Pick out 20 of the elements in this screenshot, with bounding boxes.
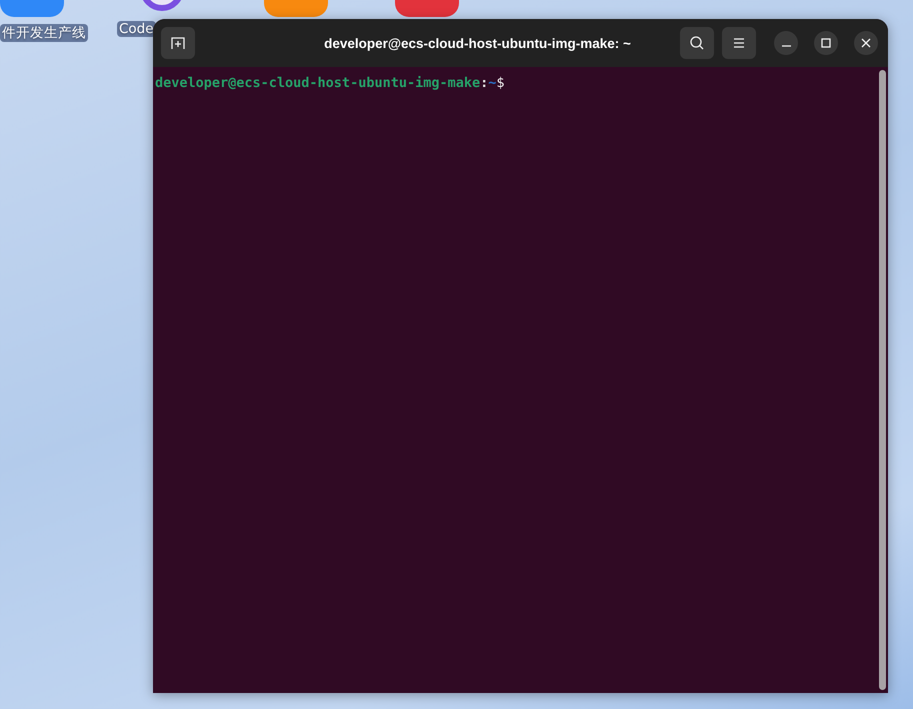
new-tab-button[interactable] [161, 27, 195, 59]
window-title: developer@ecs-cloud-host-ubuntu-img-make: ~ [323, 36, 632, 50]
minimize-button[interactable] [774, 31, 798, 55]
maximize-button[interactable] [814, 31, 838, 55]
new-tab-icon [170, 35, 186, 51]
close-icon [861, 38, 871, 48]
search-icon [689, 35, 705, 51]
search-button[interactable] [680, 27, 714, 59]
menu-icon [732, 37, 746, 49]
terminal-area[interactable]: developer@ecs-cloud-host-ubuntu-img-make:~$ [153, 67, 888, 693]
scrollbar[interactable] [879, 70, 886, 690]
prompt-user-host: developer@ecs-cloud-host-ubuntu-img-make [155, 75, 480, 91]
menu-button[interactable] [722, 27, 756, 59]
maximize-icon [821, 38, 831, 48]
prompt-symbol: $ [496, 75, 505, 91]
prompt-path: ~ [488, 75, 496, 91]
minimize-icon [782, 45, 790, 47]
app-label[interactable]: 件开发生产线 [0, 24, 88, 42]
prompt-separator: : [480, 75, 488, 91]
close-button[interactable] [854, 31, 878, 55]
